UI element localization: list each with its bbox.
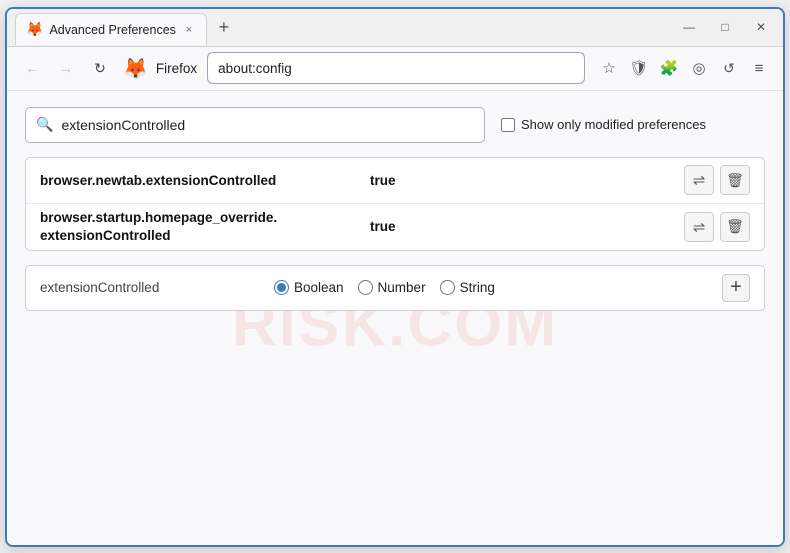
pref-name-1: browser.newtab.extensionControlled — [40, 173, 360, 188]
extension-button[interactable]: 🧩 — [655, 54, 683, 82]
pref-value-2: true — [370, 219, 674, 234]
number-option[interactable]: Number — [358, 280, 426, 295]
firefox-label: Firefox — [156, 61, 197, 76]
search-row: 🔍 Show only modified preferences — [25, 107, 765, 143]
table-row: browser.startup.homepage_override. exten… — [26, 204, 764, 250]
address-text: about:config — [218, 61, 574, 76]
add-preference-button[interactable]: + — [722, 274, 750, 302]
new-pref-name: extensionControlled — [40, 280, 260, 295]
preference-search-box[interactable]: 🔍 — [25, 107, 485, 143]
browser-window: 🦊 Advanced Preferences × + — □ ✕ ← → ↻ 🦊… — [5, 7, 785, 547]
menu-button[interactable]: ≡ — [745, 54, 773, 82]
show-modified-label[interactable]: Show only modified preferences — [501, 117, 706, 132]
window-controls: — □ ✕ — [675, 13, 775, 41]
string-option[interactable]: String — [440, 280, 495, 295]
title-bar: 🦊 Advanced Preferences × + — □ ✕ — [7, 9, 783, 47]
search-icon: 🔍 — [36, 116, 53, 133]
type-radio-group: Boolean Number String — [274, 280, 708, 295]
row-1-actions: ⇌ 🗑 — [684, 165, 750, 195]
nav-toolbar-icons: ☆ 🛡 🧩 ◎ ↺ ≡ — [595, 54, 773, 82]
delete-button-1[interactable]: 🗑 — [720, 165, 750, 195]
active-tab[interactable]: 🦊 Advanced Preferences × — [15, 13, 207, 45]
new-tab-button[interactable]: + — [211, 14, 237, 40]
tab-title: Advanced Preferences — [49, 23, 175, 37]
pref-name-2: browser.startup.homepage_override. exten… — [40, 209, 360, 244]
boolean-label: Boolean — [294, 280, 344, 295]
toggle-icon-1: ⇌ — [693, 171, 706, 189]
address-bar[interactable]: about:config — [207, 52, 585, 84]
tab-close-button[interactable]: × — [182, 23, 196, 37]
bookmark-star-button[interactable]: ☆ — [595, 54, 623, 82]
string-label: String — [460, 280, 495, 295]
string-radio[interactable] — [440, 280, 455, 295]
search-input[interactable] — [61, 117, 474, 133]
number-radio[interactable] — [358, 280, 373, 295]
nav-bar: ← → ↻ 🦊 Firefox about:config ☆ 🛡 🧩 ◎ ↺ ≡ — [7, 47, 783, 91]
toggle-icon-2: ⇌ — [693, 218, 706, 236]
boolean-radio[interactable] — [274, 280, 289, 295]
forward-button[interactable]: → — [51, 53, 81, 83]
show-modified-text: Show only modified preferences — [521, 117, 706, 132]
show-modified-checkbox[interactable] — [501, 118, 515, 132]
add-preference-row: extensionControlled Boolean Number Strin… — [25, 265, 765, 311]
account-button[interactable]: ◎ — [685, 54, 713, 82]
delete-icon-2: 🗑 — [726, 218, 744, 235]
number-label: Number — [378, 280, 426, 295]
row-2-actions: ⇌ 🗑 — [684, 212, 750, 242]
toggle-button-1[interactable]: ⇌ — [684, 165, 714, 195]
boolean-option[interactable]: Boolean — [274, 280, 344, 295]
tab-favicon: 🦊 — [26, 21, 43, 38]
maximize-button[interactable]: □ — [711, 13, 739, 41]
content-area: RISK.COM 🔍 Show only modified preference… — [7, 91, 783, 545]
table-row: browser.newtab.extensionControlled true … — [26, 158, 764, 204]
minimize-button[interactable]: — — [675, 13, 703, 41]
delete-button-2[interactable]: 🗑 — [720, 212, 750, 242]
shield-button[interactable]: 🛡 — [625, 54, 653, 82]
pref-value-1: true — [370, 173, 674, 188]
delete-icon-1: 🗑 — [726, 172, 744, 189]
sync-button[interactable]: ↺ — [715, 54, 743, 82]
close-button[interactable]: ✕ — [747, 13, 775, 41]
results-table: browser.newtab.extensionControlled true … — [25, 157, 765, 251]
reload-button[interactable]: ↻ — [85, 53, 115, 83]
toggle-button-2[interactable]: ⇌ — [684, 212, 714, 242]
firefox-logo-icon: 🦊 — [123, 56, 148, 81]
back-button[interactable]: ← — [17, 53, 47, 83]
